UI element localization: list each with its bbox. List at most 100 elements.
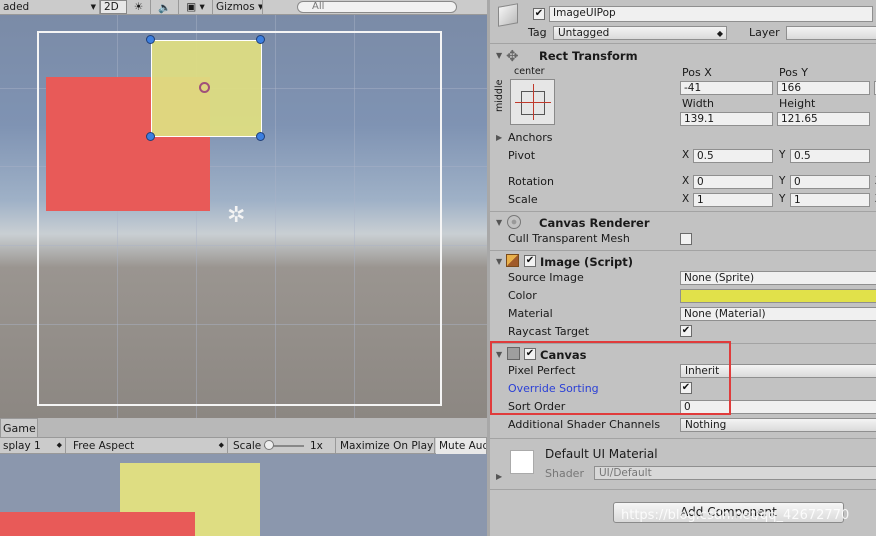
resize-handle-tl[interactable] xyxy=(146,35,155,44)
layer-dropdown[interactable] xyxy=(786,26,876,40)
tag-dropdown[interactable]: Untagged ◆ xyxy=(553,26,727,40)
maximize-on-play-toggle[interactable]: Maximize On Play xyxy=(337,438,435,454)
image-title: Image (Script) xyxy=(540,255,634,269)
shader-dropdown[interactable]: UI/Default xyxy=(594,466,876,480)
rect-transform-title: Rect Transform xyxy=(539,49,638,63)
divider xyxy=(490,211,876,212)
tab-strip xyxy=(38,418,487,437)
anchor-h-label: center xyxy=(514,66,545,77)
shader-channels-label: Additional Shader Channels xyxy=(508,418,661,431)
pivot-label: Pivot xyxy=(508,149,536,162)
source-image-label: Source Image xyxy=(508,271,584,284)
cull-transparent-checkbox[interactable] xyxy=(680,233,692,245)
game-view[interactable]: Game splay 1 ◆ Free Aspect ◆ Scale 1x Maxi… xyxy=(0,418,487,536)
scene-view[interactable]: aded ▼ 2D ☀ 🔈 ▣ ▾ Gizmos ▼ All ✲ xyxy=(0,0,487,418)
foldout-arrow-icon[interactable]: ▼ xyxy=(496,257,502,266)
resize-handle-tr[interactable] xyxy=(256,35,265,44)
dropdown-arrow-icon: ◆ xyxy=(56,441,62,449)
rotation-x-field[interactable]: 0 xyxy=(693,175,773,189)
rotation-y-axis-label: Y xyxy=(779,175,786,187)
divider xyxy=(490,489,876,490)
anchor-crosshair-v xyxy=(533,84,534,120)
shading-mode-dropdown[interactable]: aded ▼ xyxy=(0,0,100,14)
layer-label: Layer xyxy=(749,26,780,39)
posy-label: Pos Y xyxy=(779,66,808,79)
object-name-field[interactable]: ImageUIPop xyxy=(549,6,873,22)
pivot-circle-icon[interactable] xyxy=(199,82,210,93)
slider-thumb[interactable] xyxy=(264,440,274,450)
material-preview xyxy=(510,450,534,474)
rotation-label: Rotation xyxy=(508,175,555,188)
scale-y-field[interactable]: 1 xyxy=(790,193,870,207)
raycast-target-label: Raycast Target xyxy=(508,325,590,338)
canvas-renderer-icon xyxy=(507,215,521,229)
cull-transparent-label: Cull Transparent Mesh xyxy=(508,232,630,245)
raycast-target-checkbox[interactable]: ✔ xyxy=(680,325,692,337)
width-field[interactable]: 139.1 xyxy=(680,112,773,126)
anchor-preset-button[interactable] xyxy=(510,79,555,125)
dropdown-arrow-icon: ◆ xyxy=(716,29,723,38)
divider xyxy=(490,43,876,44)
source-image-field[interactable]: None (Sprite) xyxy=(680,271,876,285)
game-red-image xyxy=(0,512,195,536)
image-script-icon xyxy=(506,254,519,267)
pivot-x-field[interactable]: 0.5 xyxy=(693,149,773,163)
scale-slider[interactable]: Scale 1x xyxy=(230,438,336,454)
material-field[interactable]: None (Material) xyxy=(680,307,876,321)
rect-transform-icon: ✥ xyxy=(506,47,519,65)
image-enabled-checkbox[interactable]: ✔ xyxy=(524,255,536,267)
mute-audio-toggle[interactable]: Mute Aud xyxy=(436,438,487,454)
inspector-panel: ✔ ImageUIPop Tag Untagged ◆ Layer ▼ ✥ Rec… xyxy=(487,0,876,536)
divider xyxy=(490,250,876,251)
scene-search-input[interactable]: All xyxy=(297,1,457,13)
game-toolbar: splay 1 ◆ Free Aspect ◆ Scale 1x Maximize … xyxy=(0,437,487,454)
canvas-gizmo-icon: ✲ xyxy=(227,203,246,228)
2d-toggle[interactable]: 2D xyxy=(100,0,127,14)
posx-field[interactable]: -41 xyxy=(680,81,773,95)
sun-icon[interactable]: ☀ xyxy=(127,0,151,14)
pivot-y-field[interactable]: 0.5 xyxy=(790,149,870,163)
resize-handle-br[interactable] xyxy=(256,132,265,141)
width-label: Width xyxy=(682,97,714,110)
height-field[interactable]: 121.65 xyxy=(777,112,870,126)
dropdown-arrow-icon: ▼ xyxy=(258,3,263,11)
rotation-x-axis-label: X xyxy=(682,175,690,187)
tag-label: Tag xyxy=(528,26,547,39)
gameobject-cube-icon xyxy=(498,3,518,27)
divider xyxy=(490,438,876,439)
dropdown-arrow-icon: ▼ xyxy=(90,3,96,11)
posx-label: Pos X xyxy=(682,66,712,79)
canvas-highlight-box xyxy=(490,341,731,415)
scale-y-axis-label: Y xyxy=(779,193,786,205)
color-label: Color xyxy=(508,289,537,302)
pivot-x-axis-label: X xyxy=(682,149,690,161)
anchors-foldout-icon[interactable]: ▶ xyxy=(496,133,502,142)
scene-toolbar: aded ▼ 2D ☀ 🔈 ▣ ▾ Gizmos ▼ All xyxy=(0,0,487,15)
material-name: Default UI Material xyxy=(545,447,658,461)
speaker-icon[interactable]: 🔈 xyxy=(151,0,179,14)
color-swatch[interactable] xyxy=(680,289,876,303)
foldout-arrow-icon[interactable]: ▼ xyxy=(496,51,502,60)
shader-channels-dropdown[interactable]: Nothing xyxy=(680,418,876,432)
scale-x-axis-label: X xyxy=(682,193,690,205)
scale-label: Scale xyxy=(508,193,538,206)
scale-x-field[interactable]: 1 xyxy=(693,193,773,207)
foldout-arrow-icon[interactable]: ▼ xyxy=(496,218,502,227)
active-checkbox[interactable]: ✔ xyxy=(533,8,545,20)
anchor-v-label: middle xyxy=(494,79,505,112)
aspect-dropdown[interactable]: Free Aspect ◆ xyxy=(70,438,228,454)
rotation-y-field[interactable]: 0 xyxy=(790,175,870,189)
gizmos-dropdown[interactable]: Gizmos ▼ xyxy=(213,0,263,14)
material-label: Material xyxy=(508,307,553,320)
dropdown-arrow-icon: ◆ xyxy=(218,441,224,449)
resize-handle-bl[interactable] xyxy=(146,132,155,141)
height-label: Height xyxy=(779,97,816,110)
tab-game[interactable]: Game xyxy=(0,418,38,437)
display-dropdown[interactable]: splay 1 ◆ xyxy=(0,438,66,454)
anchors-label[interactable]: Anchors xyxy=(508,131,553,144)
material-foldout-icon[interactable]: ▶ xyxy=(496,472,502,481)
watermark-text: https://blog.csdn.net/qq_42672770 xyxy=(621,508,850,523)
image-icon[interactable]: ▣ ▾ xyxy=(179,0,213,14)
posy-field[interactable]: 166 xyxy=(777,81,870,95)
pivot-y-axis-label: Y xyxy=(779,149,786,161)
